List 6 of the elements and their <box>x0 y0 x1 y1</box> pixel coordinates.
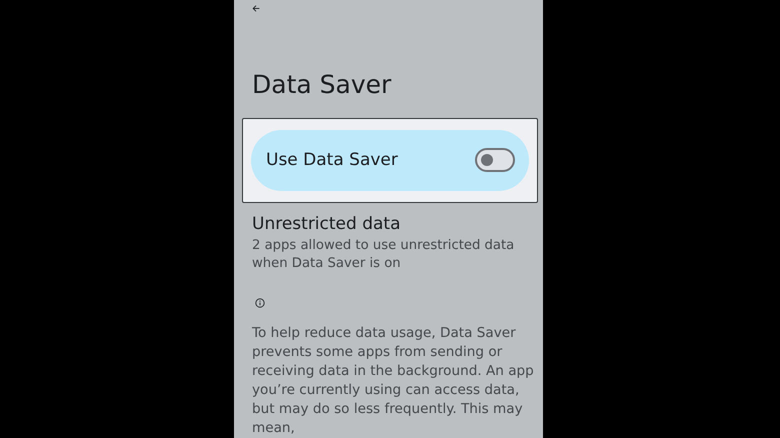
page-title: Data Saver <box>252 68 392 101</box>
toggle-switch[interactable] <box>475 148 515 172</box>
use-data-saver-switch-row[interactable]: Use Data Saver <box>251 130 529 191</box>
footer-text: To help reduce data usage, Data Saver prevents some apps from sending or receiving data in the background. An app you’re currently using can access data, but may do so less frequently. This may mean, <box>252 324 534 438</box>
section-title[interactable]: Unrestricted data <box>252 212 543 235</box>
section-summary: 2 apps allowed to use unrestricted data when Data Saver is on <box>252 236 516 273</box>
